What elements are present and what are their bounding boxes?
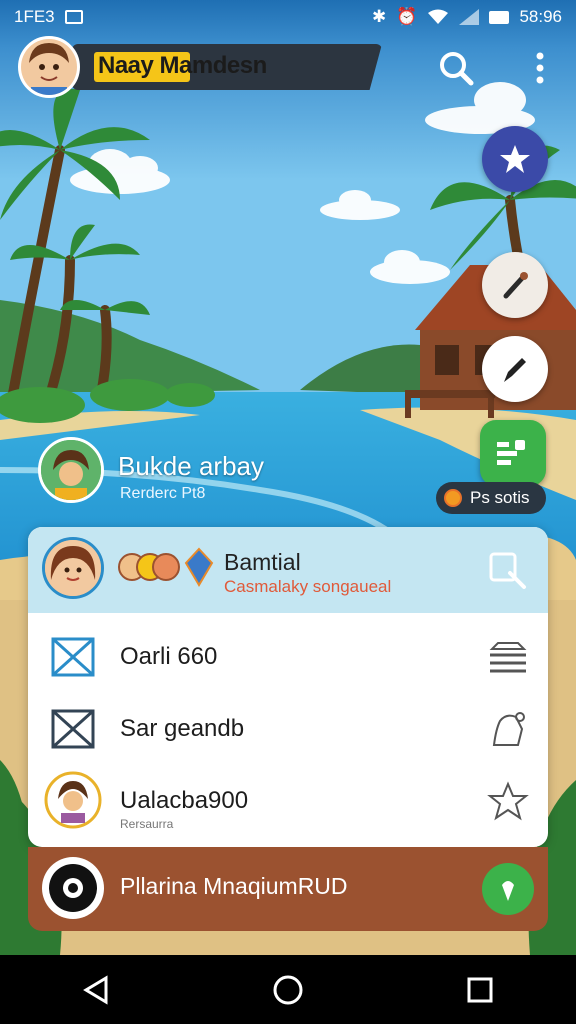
brush-icon	[503, 272, 528, 299]
bluetooth-icon: ✱	[372, 7, 387, 26]
status-time: 58:96	[519, 7, 562, 26]
location-title: Bukde arbay	[118, 451, 264, 481]
back-icon[interactable]	[66, 960, 126, 1020]
panel-header[interactable]: Bamtial Casmalaky songaueal	[28, 527, 548, 613]
points-label: Ps sotis	[470, 488, 530, 507]
list-item[interactable]: Sar geandb	[28, 693, 548, 765]
panel-avatar	[42, 537, 104, 599]
recents-icon[interactable]	[450, 960, 510, 1020]
pen-fab[interactable]	[482, 336, 548, 402]
list-panel: Bamtial Casmalaky songaueal Oarli 660 Sa…	[28, 527, 548, 847]
gem-badge-icon	[184, 547, 214, 587]
gallery-icon	[64, 10, 83, 24]
envelope-icon	[50, 707, 96, 751]
signal-icon	[459, 9, 480, 25]
group-badge-icon	[118, 553, 180, 581]
wifi-icon	[428, 9, 449, 24]
location-pin-icon[interactable]	[482, 863, 534, 915]
pen-icon	[504, 358, 526, 382]
points-pill[interactable]: Ps sotis	[436, 482, 546, 514]
favorite-fab[interactable]	[482, 126, 548, 192]
list-item-label: Sar geandb	[120, 715, 245, 742]
panel-badges	[118, 547, 214, 587]
user-name-highlight: Naay	[98, 52, 154, 79]
brush-fab[interactable]	[482, 252, 548, 318]
user-name[interactable]: Naay Mamdesn	[98, 52, 267, 80]
list-item-label: Oarli 660	[120, 643, 218, 670]
bottom-action-bar[interactable]: Pllarina MnaqiumRUD	[28, 847, 548, 931]
bottom-bar-label: Pllarina MnaqiumRUD	[120, 873, 348, 899]
user-avatar[interactable]	[18, 36, 80, 98]
more-vert-icon[interactable]	[520, 48, 560, 88]
chart-icon	[497, 440, 525, 465]
status-left-text: 1FE3	[14, 7, 55, 26]
alarm-icon: ⏰	[396, 7, 418, 26]
status-bar: 1FE3 ✱ ⏰ 58:96	[0, 0, 576, 34]
star-outline-icon[interactable]	[484, 779, 532, 823]
home-icon[interactable]	[258, 960, 318, 1020]
contact-avatar	[44, 771, 102, 829]
panel-header-title: Bamtial	[224, 549, 301, 575]
menu-lines-icon[interactable]	[484, 635, 532, 679]
location-avatar	[38, 437, 104, 503]
list-item-label: Ualacba900	[120, 787, 249, 814]
app-bar: Naay Mamdesn	[0, 34, 576, 104]
star-icon	[500, 145, 530, 173]
envelope-icon	[50, 635, 96, 679]
location-subtitle: Rerderc Pt8	[120, 485, 206, 502]
list-item[interactable]: Ualacba900 Rersaurra	[28, 765, 548, 837]
list-item[interactable]: Oarli 660	[28, 621, 548, 693]
chart-fab[interactable]	[480, 420, 546, 486]
settings-gear-icon[interactable]	[42, 857, 104, 919]
panel-header-subtitle: Casmalaky songaueal	[224, 577, 392, 596]
panel-search-icon[interactable]	[486, 549, 530, 593]
battery-icon	[489, 10, 510, 24]
system-nav-bar	[0, 955, 576, 1024]
list-item-sub: Rersaurra	[120, 817, 174, 831]
search-icon[interactable]	[436, 48, 476, 88]
coin-icon	[444, 489, 462, 507]
bell-icon[interactable]	[484, 707, 532, 751]
user-name-rest: Mamdesn	[153, 52, 268, 79]
